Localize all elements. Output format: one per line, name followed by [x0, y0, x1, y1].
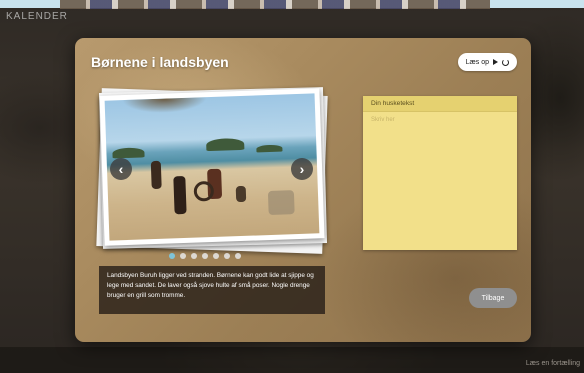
sticky-note[interactable]: Din husketekst Skriv her: [363, 96, 517, 250]
island-shape: [256, 144, 283, 153]
child-figure: [235, 185, 247, 203]
note-input[interactable]: Skriv her: [363, 112, 517, 128]
read-aloud-button[interactable]: Læs op: [457, 53, 517, 71]
chevron-left-icon: ‹: [118, 161, 124, 177]
read-aloud-label: Læs op: [465, 58, 489, 66]
slide-dot[interactable]: [169, 253, 175, 259]
background-bottom-bar: [0, 347, 584, 373]
child-figure: [173, 175, 187, 215]
slide-dot[interactable]: [235, 253, 241, 259]
slide-dot[interactable]: [180, 253, 186, 259]
child-figure: [150, 160, 162, 190]
slide-indicator: [169, 253, 241, 259]
slide-dot[interactable]: [202, 253, 208, 259]
background-footer-text: Læs en fortælling: [525, 360, 580, 367]
replay-icon[interactable]: [502, 58, 509, 66]
island-shape: [112, 147, 145, 159]
slide-photo: [104, 93, 320, 241]
play-icon: [493, 59, 498, 65]
next-slide-button[interactable]: ›: [291, 158, 313, 180]
background-title: KALENDER: [6, 11, 68, 22]
previous-slide-button[interactable]: ‹: [110, 158, 132, 180]
slide-dot[interactable]: [224, 253, 230, 259]
island-shape: [206, 137, 245, 152]
tree-branches: [104, 96, 226, 141]
slide-caption: Landsbyen Buruh ligger ved stranden. Bør…: [99, 266, 325, 314]
chevron-right-icon: ›: [299, 161, 305, 177]
note-title: Din husketekst: [363, 96, 517, 112]
back-button[interactable]: Tilbage: [469, 288, 517, 308]
story-dialog: Børnene i landsbyen Læs op ‹ › Landsbyen…: [75, 38, 531, 342]
chair-figure: [267, 190, 295, 216]
slide-dot[interactable]: [191, 253, 197, 259]
dialog-title: Børnene i landsbyen: [91, 54, 229, 70]
slide-dot[interactable]: [213, 253, 219, 259]
